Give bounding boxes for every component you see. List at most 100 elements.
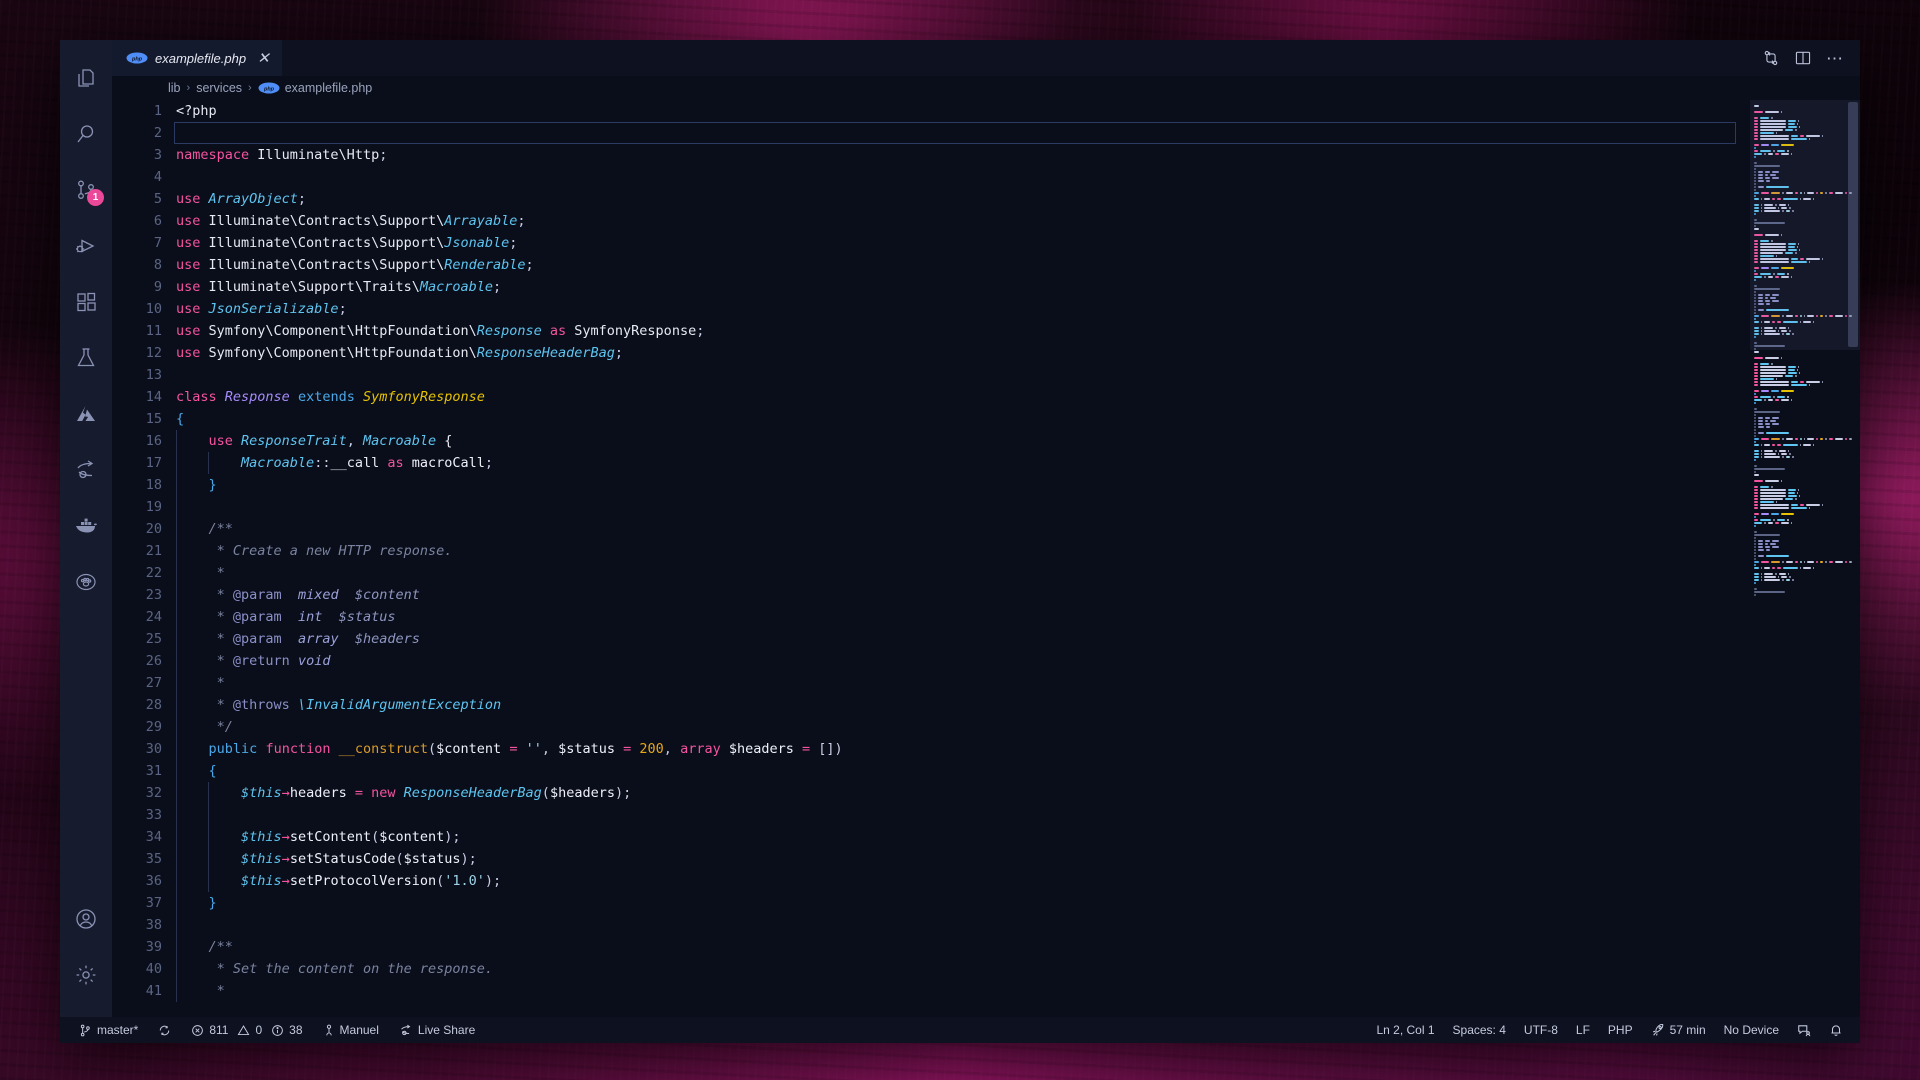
code-line[interactable]: * Set the content on the response. (174, 958, 1750, 980)
code-line[interactable]: use Illuminate\Support\Traits\Macroable; (174, 276, 1750, 298)
minimap-segment (1754, 414, 1756, 416)
files-icon (74, 66, 98, 90)
code-line[interactable]: $this→setStatusCode($status); (174, 848, 1750, 870)
code-token (176, 675, 217, 691)
code-token: → (282, 851, 290, 867)
status-cursor-position[interactable]: Ln 2, Col 1 (1367, 1017, 1443, 1043)
code-token: Illuminate\Http (257, 147, 379, 163)
code-line[interactable] (174, 364, 1750, 386)
line-number: 39 (112, 936, 162, 958)
activity-item-settings[interactable] (60, 947, 112, 1003)
minimap-segment (1765, 546, 1770, 548)
code-line[interactable]: */ (174, 716, 1750, 738)
activity-item-extensions[interactable] (60, 274, 112, 330)
code-line[interactable] (174, 122, 1736, 144)
status-branch[interactable]: master* (70, 1017, 147, 1043)
activity-item-azure[interactable] (60, 386, 112, 442)
minimap-segment (1754, 564, 1756, 566)
status-encoding[interactable]: UTF-8 (1515, 1017, 1567, 1043)
code-line[interactable]: } (174, 892, 1750, 914)
minimap-slider[interactable] (1750, 100, 1860, 350)
split-editor-icon[interactable] (1794, 49, 1812, 67)
compare-changes-icon[interactable] (1762, 49, 1780, 67)
activity-item-docker[interactable] (60, 498, 112, 554)
code-line[interactable]: use Symfony\Component\HttpFoundation\Res… (174, 320, 1750, 342)
activity-item-live-share[interactable] (60, 442, 112, 498)
code-line[interactable]: * @throws \InvalidArgumentException (174, 694, 1750, 716)
code-line[interactable]: class Response extends SymfonyResponse (174, 386, 1750, 408)
minimap-segment (1764, 399, 1766, 401)
minimap-segment (1758, 549, 1764, 551)
minimap-segment (1754, 396, 1758, 398)
azure-icon (74, 402, 98, 426)
code-line[interactable]: * (174, 980, 1750, 1002)
code-line[interactable]: /** (174, 936, 1750, 958)
code-line[interactable]: $this→headers = new ResponseHeaderBag($h… (174, 782, 1750, 804)
indent-guide (176, 716, 177, 738)
status-wakatime[interactable]: 57 min (1642, 1017, 1715, 1043)
minimap-segment (1760, 366, 1786, 368)
code-line[interactable]: { (174, 760, 1750, 782)
status-notifications[interactable] (1820, 1017, 1852, 1043)
activity-item-source-control[interactable]: 1 (60, 162, 112, 218)
code-content[interactable]: <?php namespace Illuminate\Http; use Arr… (174, 100, 1750, 1017)
breadcrumb-item-examplefile-php[interactable]: php examplefile.php (258, 81, 373, 95)
code-line[interactable]: use Illuminate\Contracts\Support\Jsonabl… (174, 232, 1750, 254)
code-line[interactable]: { (174, 408, 1750, 430)
minimap[interactable] (1750, 100, 1860, 1017)
code-line[interactable]: * (174, 672, 1750, 694)
status-remote-user[interactable]: Manuel (314, 1017, 388, 1043)
code-token: Macroable (241, 455, 314, 471)
ellipsis-icon[interactable]: ⋯ (1826, 50, 1844, 67)
status-eol[interactable]: LF (1567, 1017, 1599, 1043)
status-live-share[interactable]: Live Share (390, 1017, 484, 1043)
code-line[interactable]: * @param mixed $content (174, 584, 1750, 606)
close-icon[interactable]: ✕ (257, 51, 270, 66)
status-sync[interactable] (149, 1017, 180, 1043)
breadcrumb-item-services[interactable]: services (196, 81, 242, 95)
code-token: = (347, 785, 371, 801)
code-line[interactable]: } (174, 474, 1750, 496)
indent-guide (176, 430, 177, 452)
code-line[interactable]: * @param array $headers (174, 628, 1750, 650)
code-line[interactable] (174, 496, 1750, 518)
code-line[interactable]: * @return void (174, 650, 1750, 672)
code-line[interactable]: public function __construct($content = '… (174, 738, 1750, 760)
code-editor[interactable]: 1234567891011121314151617181920212223242… (112, 100, 1860, 1017)
code-line[interactable] (174, 914, 1750, 936)
activity-item-run-debug[interactable] (60, 218, 112, 274)
status-language-mode[interactable]: PHP (1599, 1017, 1642, 1043)
code-line[interactable]: use Symfony\Component\HttpFoundation\Res… (174, 342, 1750, 364)
tab-examplefile-php[interactable]: php examplefile.php ✕ (112, 40, 282, 76)
minimap-segment (1772, 546, 1779, 548)
status-problems[interactable]: 811 0 38 (182, 1017, 311, 1043)
code-line[interactable]: use Illuminate\Contracts\Support\Rendera… (174, 254, 1750, 276)
code-line[interactable]: use JsonSerializable; (174, 298, 1750, 320)
status-indentation[interactable]: Spaces: 4 (1444, 1017, 1515, 1043)
activity-item-search[interactable] (60, 106, 112, 162)
code-line[interactable]: use Illuminate\Contracts\Support\Arrayab… (174, 210, 1750, 232)
activity-item-testing[interactable] (60, 330, 112, 386)
code-line[interactable]: Macroable::__call as macroCall; (174, 452, 1750, 474)
status-feedback[interactable] (1788, 1017, 1820, 1043)
code-line[interactable]: <?php (174, 100, 1750, 122)
status-device[interactable]: No Device (1715, 1017, 1788, 1043)
code-line[interactable]: * Create a new HTTP response. (174, 540, 1750, 562)
breadcrumb-item-lib[interactable]: lib (168, 81, 181, 95)
activity-item-pets[interactable] (60, 554, 112, 610)
code-line[interactable]: $this→setContent($content); (174, 826, 1750, 848)
code-line[interactable]: namespace Illuminate\Http; (174, 144, 1750, 166)
code-line[interactable] (174, 804, 1750, 826)
code-line[interactable]: use ResponseTrait, Macroable { (174, 430, 1750, 452)
activity-item-accounts[interactable] (60, 891, 112, 947)
code-token: → (282, 785, 290, 801)
code-line[interactable]: use ArrayObject; (174, 188, 1750, 210)
code-line[interactable]: * (174, 562, 1750, 584)
code-line[interactable] (174, 166, 1750, 188)
code-line[interactable]: $this→setProtocolVersion('1.0'); (174, 870, 1750, 892)
scrollbar-thumb[interactable] (1848, 102, 1858, 347)
editor-scrollbar[interactable] (1846, 100, 1860, 1017)
code-line[interactable]: * @param int $status (174, 606, 1750, 628)
activity-item-explorer[interactable] (60, 50, 112, 106)
code-line[interactable]: /** (174, 518, 1750, 540)
